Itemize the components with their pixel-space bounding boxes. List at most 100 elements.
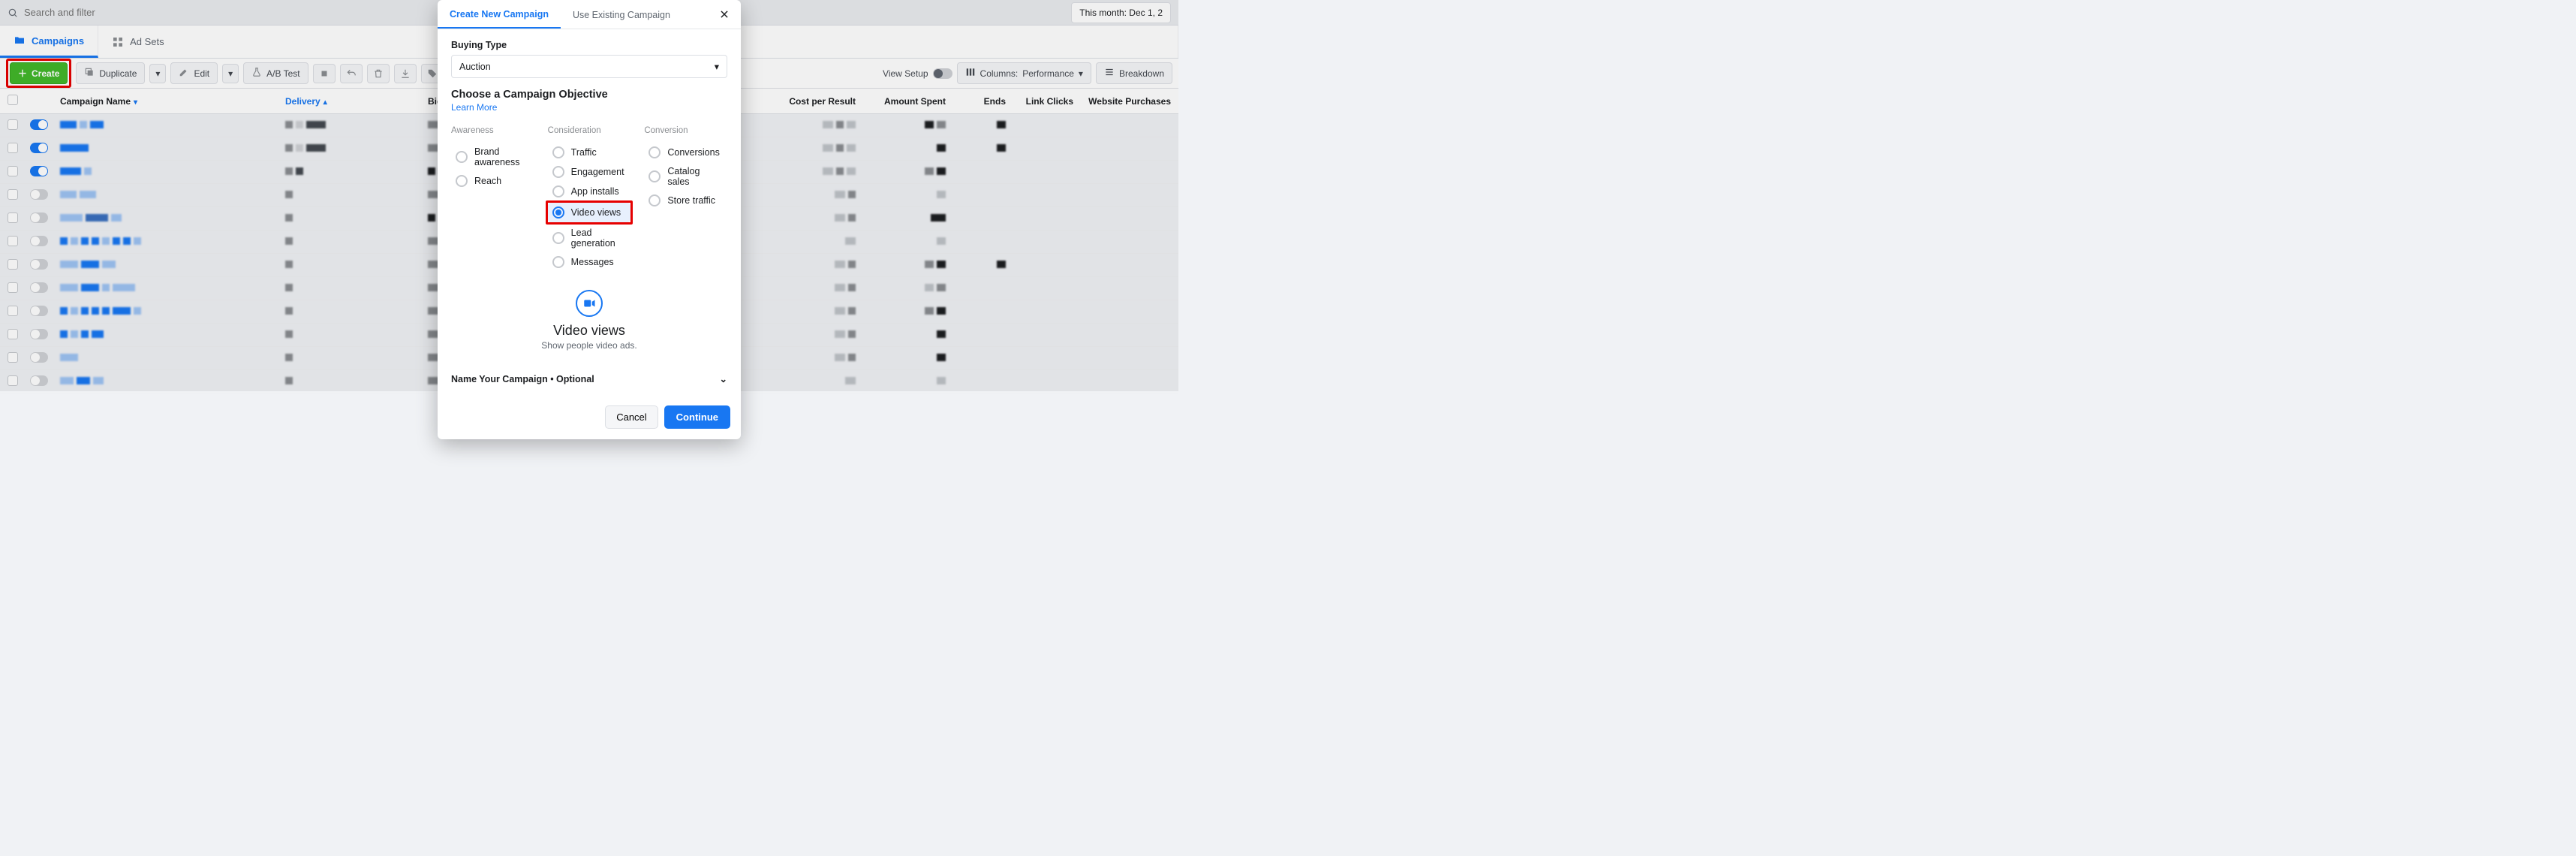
cell-amount-spent bbox=[863, 370, 953, 393]
cell-link-clicks bbox=[1013, 300, 1081, 324]
objective-preview: Video views Show people video ads. bbox=[451, 290, 727, 351]
toggle-icon bbox=[933, 68, 952, 79]
plus-icon: ＋ bbox=[18, 67, 27, 80]
objective-option[interactable]: Reach bbox=[451, 171, 534, 191]
objective-col-consideration: Consideration TrafficEngagementApp insta… bbox=[548, 126, 631, 272]
row-checkbox[interactable] bbox=[8, 306, 18, 316]
delete-button[interactable] bbox=[367, 64, 390, 83]
row-checkbox[interactable] bbox=[8, 282, 18, 293]
row-checkbox[interactable] bbox=[8, 352, 18, 363]
modal-tab-new[interactable]: Create New Campaign bbox=[438, 0, 561, 29]
columns-icon bbox=[965, 67, 976, 80]
cell-link-clicks bbox=[1013, 161, 1081, 184]
row-checkbox[interactable] bbox=[8, 329, 18, 339]
cell-website-purchases bbox=[1081, 231, 1178, 254]
edit-dropdown[interactable]: ▾ bbox=[222, 64, 239, 83]
edit-button[interactable]: Edit bbox=[170, 62, 218, 84]
row-switch[interactable] bbox=[30, 119, 48, 130]
row-checkbox[interactable] bbox=[8, 189, 18, 200]
buying-type-select[interactable]: Auction ▾ bbox=[451, 55, 727, 78]
create-button[interactable]: ＋ Create bbox=[10, 62, 68, 84]
objective-option[interactable]: Brand awareness bbox=[451, 143, 534, 171]
cell-website-purchases bbox=[1081, 324, 1178, 347]
objective-option[interactable]: Conversions bbox=[644, 143, 727, 162]
cell-link-clicks bbox=[1013, 184, 1081, 207]
row-switch[interactable] bbox=[30, 259, 48, 270]
objective-option[interactable]: Catalog sales bbox=[644, 162, 727, 191]
objective-option[interactable]: Engagement bbox=[548, 162, 631, 182]
col-website-purchases[interactable]: Website Purchases bbox=[1081, 89, 1178, 114]
cell-cost-per-result bbox=[781, 324, 863, 347]
date-range-chip[interactable]: This month: Dec 1, 2 bbox=[1071, 2, 1171, 23]
row-checkbox[interactable] bbox=[8, 212, 18, 223]
close-button[interactable] bbox=[715, 6, 733, 24]
row-checkbox[interactable] bbox=[8, 119, 18, 130]
cell-ends bbox=[953, 277, 1013, 300]
row-switch[interactable] bbox=[30, 329, 48, 339]
cancel-button[interactable]: Cancel bbox=[605, 405, 658, 429]
objective-heading: Choose a Campaign Objective bbox=[451, 89, 727, 101]
cell-link-clicks bbox=[1013, 347, 1081, 370]
tab-campaigns[interactable]: Campaigns bbox=[0, 26, 98, 58]
cell-campaign-name bbox=[53, 300, 278, 324]
cell-amount-spent bbox=[863, 231, 953, 254]
col-delivery[interactable]: Delivery▴ bbox=[278, 89, 420, 114]
flask-icon bbox=[251, 67, 262, 80]
row-switch[interactable] bbox=[30, 143, 48, 153]
cell-ends bbox=[953, 207, 1013, 231]
objective-option[interactable]: App installs bbox=[548, 182, 631, 201]
row-switch[interactable] bbox=[30, 306, 48, 316]
modal-tab-existing[interactable]: Use Existing Campaign bbox=[561, 1, 682, 28]
row-switch[interactable] bbox=[30, 189, 48, 200]
row-switch[interactable] bbox=[30, 282, 48, 293]
cell-ends bbox=[953, 347, 1013, 370]
col-ends[interactable]: Ends bbox=[953, 89, 1013, 114]
col-amount-spent[interactable]: Amount Spent bbox=[863, 89, 953, 114]
export-button[interactable] bbox=[394, 64, 417, 83]
duplicate-dropdown[interactable]: ▾ bbox=[149, 64, 166, 83]
breakdown-dropdown[interactable]: Breakdown bbox=[1096, 62, 1172, 84]
objective-option[interactable]: Traffic bbox=[548, 143, 631, 162]
col-cost-per-result[interactable]: Cost per Result bbox=[781, 89, 863, 114]
columns-dropdown[interactable]: Columns: Performance ▾ bbox=[957, 62, 1091, 84]
row-switch[interactable] bbox=[30, 236, 48, 246]
cell-ends bbox=[953, 231, 1013, 254]
objective-option[interactable]: Store traffic bbox=[644, 191, 727, 210]
learn-more-link[interactable]: Learn More bbox=[451, 102, 727, 113]
duplicate-button[interactable]: Duplicate bbox=[76, 62, 145, 84]
cell-campaign-name bbox=[53, 347, 278, 370]
continue-button[interactable]: Continue bbox=[664, 405, 730, 429]
more-copy-button[interactable] bbox=[313, 64, 336, 83]
cell-ends bbox=[953, 114, 1013, 137]
objective-option[interactable]: Video views bbox=[548, 203, 631, 222]
col-link-clicks[interactable]: Link Clicks bbox=[1013, 89, 1081, 114]
cell-delivery bbox=[278, 347, 420, 370]
row-switch[interactable] bbox=[30, 166, 48, 176]
cell-delivery bbox=[278, 231, 420, 254]
objective-option[interactable]: Lead generation bbox=[548, 224, 631, 252]
cell-website-purchases bbox=[1081, 114, 1178, 137]
radio-icon bbox=[552, 166, 564, 178]
abtest-button[interactable]: A/B Test bbox=[243, 62, 308, 84]
view-setup[interactable]: View Setup bbox=[883, 68, 952, 79]
cell-delivery bbox=[278, 324, 420, 347]
row-checkbox[interactable] bbox=[8, 259, 18, 270]
radio-icon bbox=[552, 232, 564, 244]
row-switch[interactable] bbox=[30, 375, 48, 386]
cell-amount-spent bbox=[863, 161, 953, 184]
cell-amount-spent bbox=[863, 300, 953, 324]
tab-label: Ad Sets bbox=[130, 36, 164, 47]
name-campaign-toggle[interactable]: Name Your Campaign • Optional ⌄ bbox=[451, 367, 727, 390]
objective-option[interactable]: Messages bbox=[548, 252, 631, 272]
row-checkbox[interactable] bbox=[8, 375, 18, 386]
undo-button[interactable] bbox=[340, 64, 363, 83]
col-checkbox[interactable] bbox=[0, 89, 23, 114]
row-checkbox[interactable] bbox=[8, 166, 18, 176]
row-switch[interactable] bbox=[30, 212, 48, 223]
row-checkbox[interactable] bbox=[8, 236, 18, 246]
cell-link-clicks bbox=[1013, 254, 1081, 277]
folder-icon bbox=[14, 35, 26, 47]
row-switch[interactable] bbox=[30, 352, 48, 363]
col-campaign-name[interactable]: Campaign Name▾ bbox=[53, 89, 278, 114]
row-checkbox[interactable] bbox=[8, 143, 18, 153]
